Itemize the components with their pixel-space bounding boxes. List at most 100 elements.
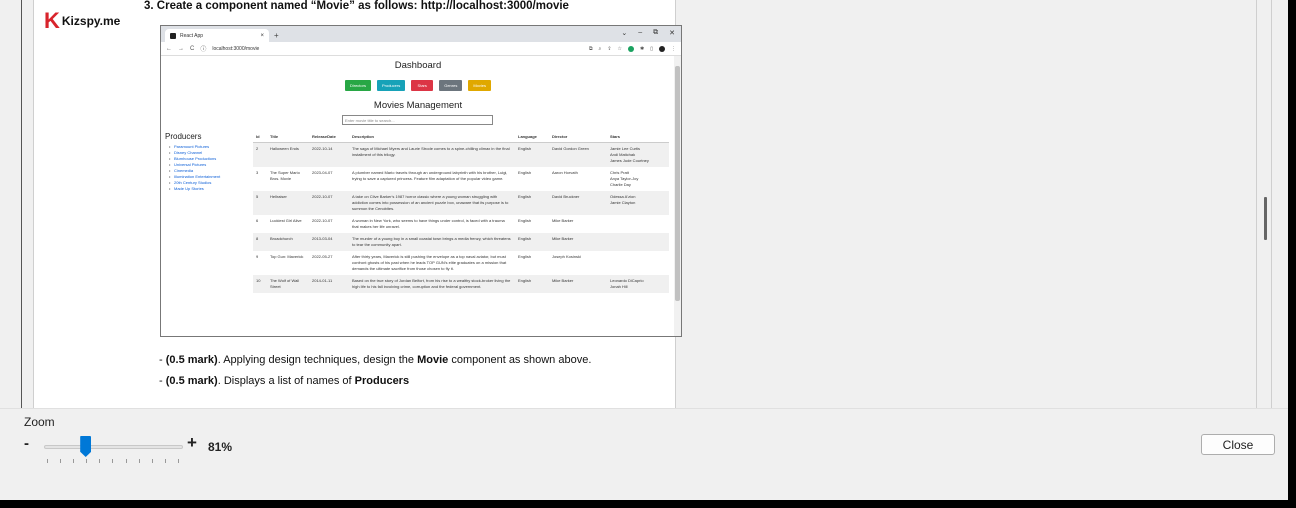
site-info-icon: ⓘ — [200, 47, 207, 53]
cell-desc: The saga of Michael Myers and Laurie Str… — [349, 142, 515, 167]
document-scrollbar-thumb[interactable] — [1264, 197, 1267, 240]
cell-title: Halloween Ends — [267, 142, 309, 167]
left-margin-strip — [8, 0, 22, 408]
logo-mark: K — [44, 8, 60, 33]
reload-icon: C — [190, 45, 195, 52]
cell-id: 8 — [253, 232, 267, 251]
movies-management-title: Movies Management — [373, 100, 463, 111]
slider-tick — [86, 459, 88, 463]
cell-date: 2022-05-27 — [312, 253, 333, 259]
star-name: James Jude Courtney — [610, 157, 649, 163]
embedded-scrollbar-thumb — [675, 66, 680, 301]
slider-tick — [125, 459, 127, 463]
nav-button-genres: Genres — [439, 80, 463, 91]
document-viewer: K Kizspy.me 3. Create a component named … — [0, 0, 1288, 500]
menu-kebab-icon: ⋮ — [671, 45, 676, 52]
share-icon: ⇪ — [607, 45, 612, 52]
instruction-mark: (0.5 mark) — [165, 375, 218, 387]
back-icon: ← — [166, 45, 172, 52]
cell-id: 10 — [253, 274, 267, 293]
browser-tab-bar: React App × + ⌄ – ⧉ ✕ — [161, 26, 681, 42]
cell-desc: A woman in New York, who seems to have t… — [352, 217, 505, 229]
new-tab-icon: + — [274, 31, 279, 40]
extension-icon — [628, 45, 635, 52]
cell-director: David Gordon Green — [549, 142, 607, 167]
cell-title: Luckiest Girl Alive — [270, 217, 302, 223]
profile-avatar-icon — [659, 45, 665, 52]
tab-search-icon: ⌄ — [621, 30, 628, 37]
slider-tick — [177, 459, 179, 463]
cell-date: 2022-10-14 — [309, 142, 349, 167]
cell-lang: English — [515, 142, 549, 167]
dashboard-title: Dashboard — [394, 60, 442, 71]
cell-director: Joseph Kosinski — [552, 253, 581, 259]
cell-id: 6 — [256, 217, 259, 223]
cell-stars: Jamie Lee Curtis Andi Matichak James Jude … — [607, 142, 669, 167]
cell-stars: Chris Pratt Anya Taylor-Joy Charlie Day — [607, 167, 669, 191]
document-page: K Kizspy.me 3. Create a component named … — [33, 0, 682, 408]
browser-toolbar-icons: ⧉ ⌕ ⇪ ☆ ✱ ▯ ⋮ — [588, 45, 676, 52]
zoom-slider-thumb[interactable] — [80, 436, 92, 457]
cell-director: Aaron Horvath — [552, 169, 578, 175]
cell-lang: English — [518, 253, 532, 259]
instruction-text: . Displays a list of names of — [217, 375, 355, 387]
zoom-icon: ⌕ — [598, 45, 602, 52]
url-text: localhost:3000/movie — [212, 45, 260, 52]
instruction-producers: - (0.5 mark). Displays a list of names o… — [159, 375, 409, 387]
cell-title: Broadchurch — [267, 232, 309, 251]
slider-tick — [151, 459, 153, 463]
cell-director: Mike Barker — [552, 217, 574, 223]
slider-tick — [112, 459, 114, 463]
column-header: Title — [267, 132, 309, 143]
nav-button-movies: Movies — [468, 80, 492, 91]
logo-text: Kizspy.me — [61, 14, 121, 28]
document-area[interactable]: K Kizspy.me 3. Create a component named … — [0, 0, 1288, 408]
nav-button-directors: Directors — [344, 80, 371, 91]
table-row: 8 Broadchurch 2013-03-04 The murder of a yo… — [253, 232, 669, 251]
cell-date: 2023-04-07 — [312, 169, 333, 175]
cell-director: Mike Barker — [549, 274, 607, 293]
zoom-value: 81% — [208, 440, 233, 454]
slider-tick — [73, 459, 75, 463]
zoom-panel: Zoom - + 81% Close — [0, 408, 1288, 500]
zoom-in-button[interactable]: + — [187, 433, 197, 453]
column-header: Description — [349, 132, 515, 143]
cell-id: 9 — [256, 253, 259, 259]
embedded-browser-screenshot: React App × + ⌄ – ⧉ ✕ ← → C ⓘ localhost:… — [160, 25, 682, 337]
movies-table-header: Id Title ReleaseDate Description Language Dir… — [253, 132, 669, 143]
close-button[interactable]: Close — [1201, 434, 1275, 455]
cell-date: 2022-10-07 — [309, 190, 349, 215]
install-icon: ⧉ — [588, 45, 593, 52]
star-name: Jamie Clayton — [610, 199, 636, 205]
star-name: Charlie Day — [610, 181, 631, 187]
table-row: 9 Top Gun: Maverick 2022-05-27 After thirty… — [253, 251, 669, 275]
cell-desc: The murder of a young boy in a small coa… — [349, 232, 515, 251]
cell-director: Mike Barker — [549, 232, 607, 251]
cell-title: The Super Mario Bros. Movie — [270, 169, 300, 181]
react-favicon-icon — [170, 32, 176, 39]
cell-lang: English — [515, 274, 549, 293]
star-name: Jonah Hill — [610, 283, 628, 289]
puzzle-icon: ✱ — [640, 45, 645, 52]
producers-heading: Producers — [165, 132, 202, 141]
slider-tick — [99, 459, 101, 463]
zoom-label: Zoom — [24, 415, 55, 429]
bookmark-star-icon: ☆ — [617, 45, 623, 52]
zoom-out-button[interactable]: - — [24, 435, 29, 452]
cell-desc: A take on Clive Barker's 1987 horror cla… — [349, 190, 515, 215]
table-row: 10 The Wolf of Wall Street 2014-01-11 Based… — [253, 274, 669, 293]
forward-icon: → — [178, 45, 184, 52]
slider-tick — [164, 459, 166, 463]
zoom-slider-track[interactable] — [44, 445, 183, 449]
cell-id: 2 — [253, 142, 267, 167]
slider-tick — [60, 459, 62, 463]
producer-item: Made Up Stories — [165, 186, 253, 192]
cell-stars — [607, 215, 669, 233]
question-heading: 3. Create a component named “Movie” as f… — [144, 0, 569, 12]
cell-lang: English — [515, 190, 549, 215]
table-row: 2 Halloween Ends 2022-10-14 The saga of Mic… — [253, 142, 669, 167]
logo: K Kizspy.me — [44, 10, 120, 32]
slider-tick — [47, 459, 48, 463]
instruction-prefix: - — [159, 354, 166, 366]
instruction-mark: (0.5 mark) — [165, 354, 218, 366]
